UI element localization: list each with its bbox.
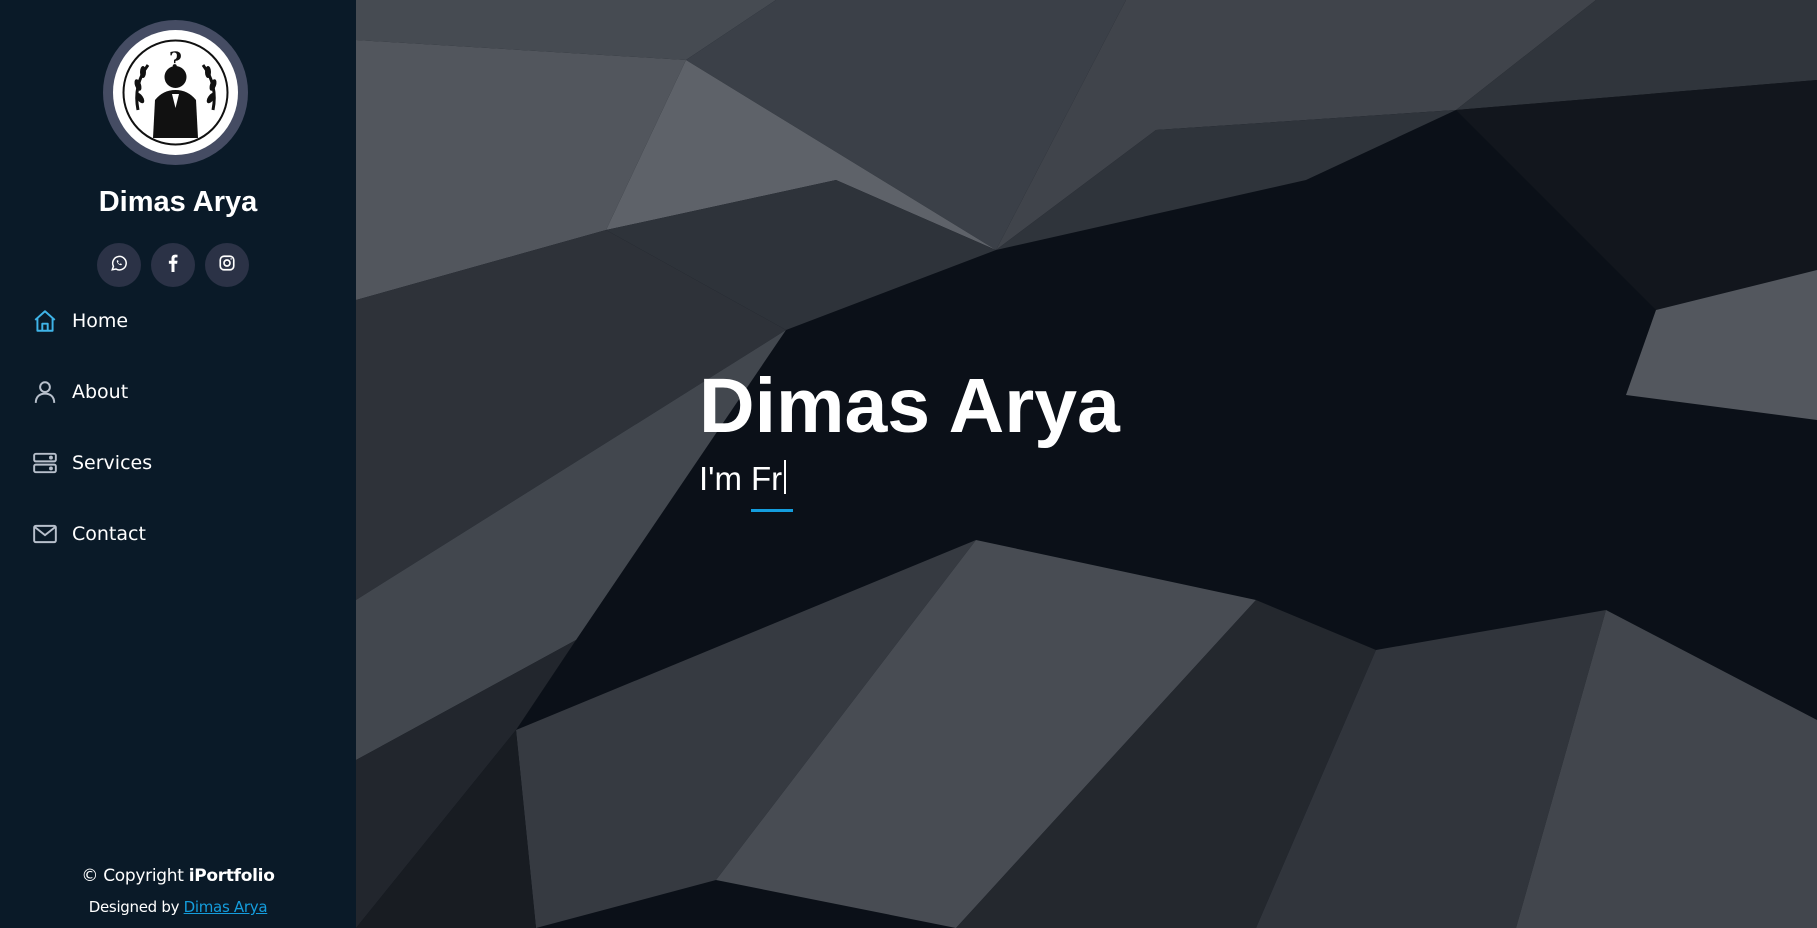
copyright-line: © Copyright iPortfolio [0,866,356,886]
copyright-brand: iPortfolio [188,866,275,886]
facebook-icon [165,254,181,277]
facebook-link[interactable] [151,243,195,287]
typed-text: Fr [750,460,783,497]
svg-text:?: ? [169,48,182,74]
home-icon [32,308,58,334]
hero-subtitle: I'm Fr [699,460,794,512]
main-nav: Home About Services Contact [0,303,356,587]
envelope-icon [32,521,58,547]
nav-label-about: About [72,380,129,403]
credits-line: Designed by Dimas Arya [0,898,356,916]
hero-background [356,0,1817,928]
profile-name: Dimas Arya [98,186,258,218]
typing-cursor [784,460,787,494]
whatsapp-link[interactable] [97,243,141,287]
designer-link[interactable]: Dimas Arya [184,898,268,916]
copyright-prefix: © Copyright [81,866,189,886]
anonymous-mask-icon: ? [113,30,238,155]
person-icon [32,379,58,405]
hero-section: Dimas Arya I'm Fr [356,0,1817,928]
nav-item-home[interactable]: Home [0,285,356,356]
instagram-link[interactable] [205,243,249,287]
typed-text-wrapper: Fr [750,460,794,512]
nav-item-services[interactable]: Services [0,427,356,498]
sidebar: ? Dimas Arya Home About Services Contact… [0,0,356,928]
whatsapp-icon [110,254,128,277]
avatar: ? [103,20,248,165]
hero-prefix: I'm [699,460,742,497]
hero-title: Dimas Arya [699,363,1120,449]
sidebar-footer: © Copyright iPortfolio Designed by Dimas… [0,866,356,916]
server-icon [32,450,58,476]
nav-item-contact[interactable]: Contact [0,498,356,569]
nav-label-home: Home [72,309,129,332]
instagram-icon [218,254,236,277]
nav-label-contact: Contact [72,522,146,545]
social-links [97,243,249,287]
nav-label-services: Services [72,451,153,474]
designed-by-label: Designed by [88,898,184,916]
nav-item-about[interactable]: About [0,356,356,427]
